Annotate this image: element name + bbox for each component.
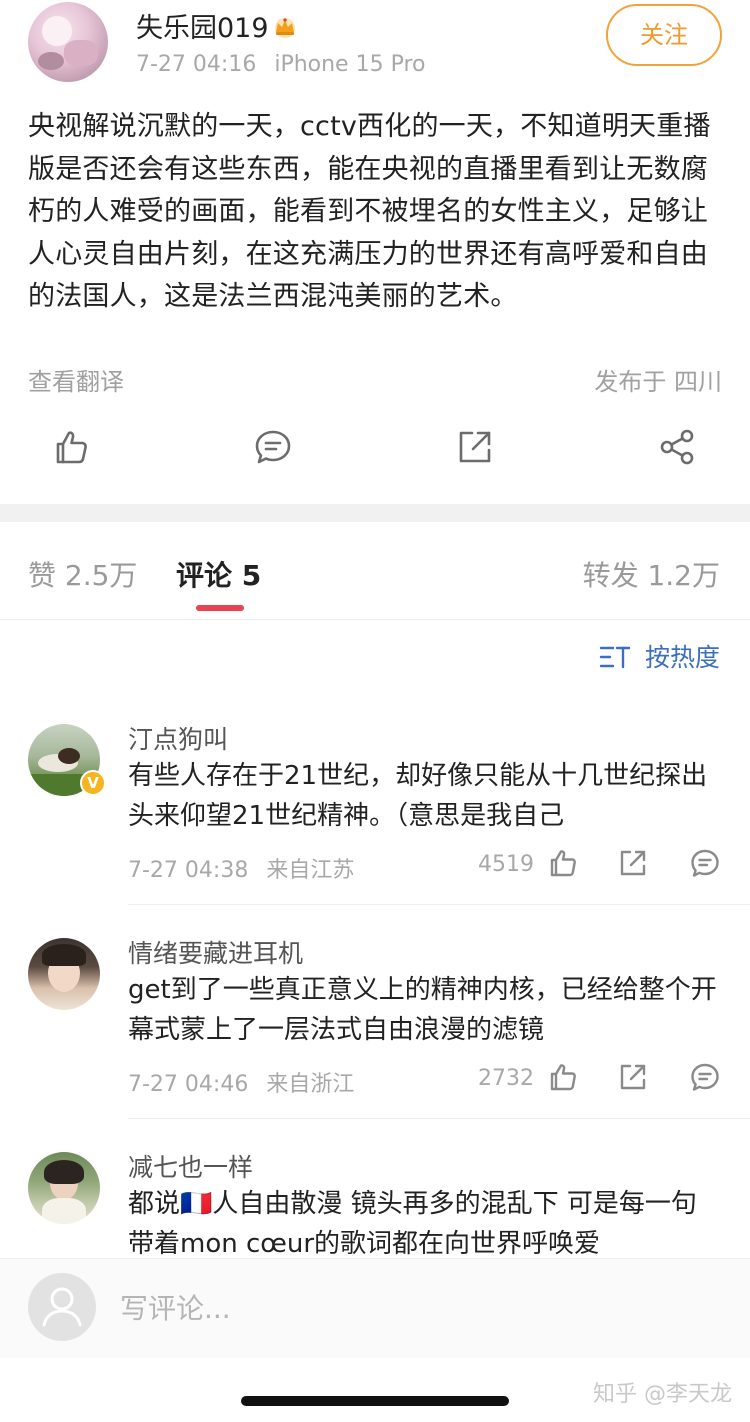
post-header: 失乐园019 7-27 04:16 iPhone 15 Pro 关注: [0, 0, 750, 100]
sort-label: 按热度: [644, 643, 720, 672]
comment-text: get到了一些真正意义上的精神内核，已经给整个开幕式蒙上了一层法式自由浪漫的滤镜: [128, 975, 717, 1045]
repost-button[interactable]: [456, 428, 496, 468]
like-button[interactable]: [52, 428, 92, 468]
comment-time: 7-27 04:38: [128, 858, 249, 883]
author-name[interactable]: 失乐园019: [136, 6, 299, 45]
share-button[interactable]: [658, 428, 698, 468]
engagement-tabs: 赞 2.5万 评论 5 转发 1.2万: [0, 540, 750, 620]
author-name-text: 失乐园019: [136, 13, 269, 44]
post-time: 7-27 04:16: [136, 52, 257, 77]
tab-comments[interactable]: 评论 5: [176, 554, 261, 594]
post-body: 央视解说沉默的一天，cctv西化的一天，不知道明天重播版是否还会有这些东西，能在…: [28, 111, 711, 312]
author-avatar[interactable]: [28, 2, 108, 82]
comment-footer: 7-27 04:38 来自江苏 4519: [128, 848, 722, 886]
commenter-avatar[interactable]: [28, 1152, 100, 1224]
post-action-bar: [0, 428, 750, 476]
sort-icon: [599, 646, 631, 669]
comment-icon: [691, 849, 719, 877]
comment-like-count: 2732: [478, 1066, 534, 1091]
commenter-name[interactable]: 减七也一样: [128, 1148, 253, 1184]
comment-like-count: 4519: [478, 852, 534, 877]
translate-link[interactable]: 查看翻译: [28, 362, 124, 397]
comment-button[interactable]: [254, 428, 294, 468]
user-icon: [42, 1287, 82, 1327]
sort-toggle[interactable]: 按热度: [599, 638, 720, 674]
repost-icon: [620, 1064, 646, 1090]
commenter-avatar[interactable]: [28, 938, 100, 1010]
crown-icon: [274, 18, 295, 38]
verified-badge: V: [80, 770, 106, 796]
comment-separator: [128, 904, 750, 905]
current-user-avatar: [28, 1273, 96, 1341]
comment-like-button[interactable]: [548, 848, 580, 880]
watermark: 知乎 @李天龙: [593, 1382, 732, 1407]
comment-reply-button[interactable]: [690, 848, 722, 880]
comment-location: 来自浙江: [266, 1072, 355, 1097]
comment-time: 7-27 04:46: [128, 1072, 249, 1097]
repost-icon: [620, 850, 646, 876]
home-indicator[interactable]: [241, 1396, 509, 1406]
like-icon: [56, 431, 87, 464]
share-icon: [660, 429, 694, 465]
comment-like-button[interactable]: [548, 1062, 580, 1094]
commenter-name[interactable]: 汀点狗叫: [128, 720, 228, 756]
comment-repost-button[interactable]: [618, 848, 650, 880]
tab-likes[interactable]: 赞 2.5万: [28, 554, 137, 594]
post-location: 发布于 四川: [594, 368, 722, 396]
follow-button[interactable]: 关注: [606, 4, 722, 66]
comment-location: 来自江苏: [266, 858, 355, 883]
active-tab-indicator: [196, 605, 244, 611]
tab-reposts[interactable]: 转发 1.2万: [583, 554, 720, 594]
post-device: iPhone 15 Pro: [274, 52, 426, 77]
comment-repost-button[interactable]: [618, 1062, 650, 1094]
like-icon: [550, 1064, 576, 1091]
comment-text: 都说🇫🇷人自由散漫 镜头再多的混乱下 可是每一句带着mon cœur的歌词都在向…: [128, 1189, 697, 1259]
comment-separator: [128, 1118, 750, 1119]
post-meta: 7-27 04:16 iPhone 15 Pro: [136, 52, 425, 77]
like-icon: [550, 850, 576, 877]
repost-icon: [459, 431, 491, 463]
comment-icon: [691, 1063, 719, 1091]
comment-input[interactable]: 写评论...: [120, 1287, 231, 1327]
commenter-name[interactable]: 情绪要藏进耳机: [128, 934, 303, 970]
comment-footer: 7-27 04:46 来自浙江 2732: [128, 1062, 722, 1100]
section-divider: [0, 504, 750, 522]
comment-reply-button[interactable]: [690, 1062, 722, 1094]
comment-input-bar: 写评论...: [0, 1258, 750, 1358]
comment-icon: [255, 430, 291, 464]
comment-text: 有些人存在于21世纪，却好像只能从十几世纪探出头来仰望21世纪精神。（意思是我自…: [128, 761, 708, 831]
